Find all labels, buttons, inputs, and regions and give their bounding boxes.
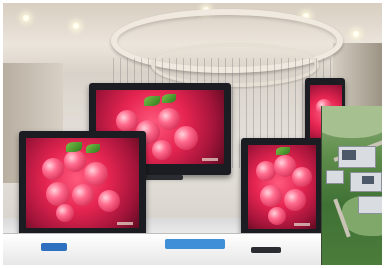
tv-stand-center [143,175,183,180]
tv-screen [248,145,316,229]
info-card [251,247,281,253]
aerial-inset-photo [321,106,382,265]
info-card [165,239,225,249]
ceiling-light-icon [23,15,29,21]
info-card [41,243,67,251]
photo-frame [3,3,382,265]
ceiling-light-icon [353,31,359,37]
tv-display-right [241,138,323,240]
tv-display-left [19,131,146,239]
ceiling-light-icon [73,23,79,29]
tv-screen [26,138,139,228]
